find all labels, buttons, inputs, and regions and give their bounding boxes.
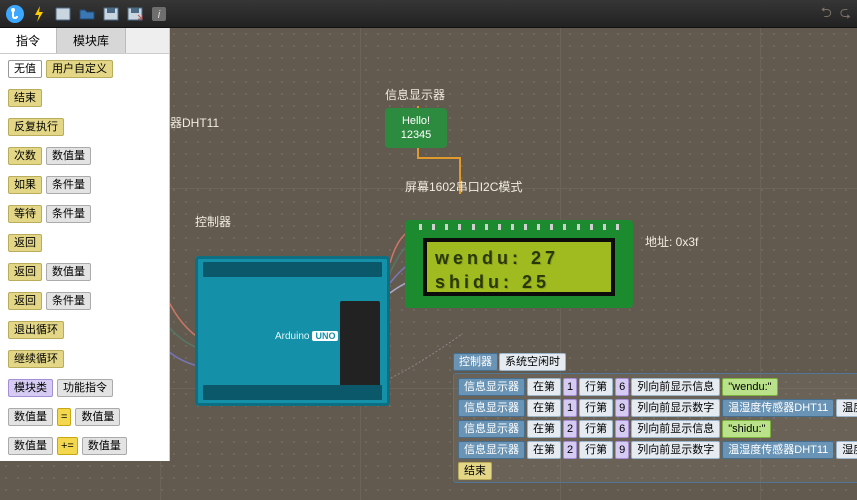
lcd-screen: wendu: 27 shidu: 25 <box>423 238 615 296</box>
code-idle-chip[interactable]: 系统空闲时 <box>499 353 566 371</box>
cmd-wait[interactable]: 等待 <box>8 205 42 223</box>
code-line-3: 信息显示器 在第 2 行第 6 列向前显示信息 "shidu:" <box>458 420 857 438</box>
cmd-assign-eq[interactable]: = <box>57 408 71 426</box>
cmd-end[interactable]: 结束 <box>8 89 42 107</box>
info-icon[interactable]: i <box>150 5 168 23</box>
arduino-board-label: ArduinoUNO <box>275 331 338 342</box>
info-line2: 12345 <box>392 128 440 142</box>
cmd-return-num[interactable]: 返回 <box>8 263 42 281</box>
open-folder-icon[interactable] <box>78 5 96 23</box>
sidebar-tabs: 指令 模块库 <box>0 28 169 54</box>
cmd-count-num[interactable]: 数值量 <box>46 147 91 165</box>
bolt-icon[interactable] <box>30 5 48 23</box>
new-file-icon[interactable] <box>54 5 72 23</box>
code-controller-chip[interactable]: 控制器 <box>453 353 498 371</box>
cmd-userdef[interactable]: 用户自定义 <box>46 60 113 78</box>
cmd-wait-cond[interactable]: 条件量 <box>46 205 91 223</box>
cmd-if-cond[interactable]: 条件量 <box>46 176 91 194</box>
controller-label: 控制器 <box>195 213 231 230</box>
tab-modules[interactable]: 模块库 <box>57 28 126 53</box>
cmd-noval[interactable]: 无值 <box>8 60 42 78</box>
lcd-label: 屏幕1602串口I2C模式 <box>405 178 522 195</box>
redo-icon[interactable]: ⮎ <box>840 2 851 26</box>
arduino-chip-icon <box>340 301 380 391</box>
cmd-funccmd[interactable]: 功能指令 <box>57 379 113 397</box>
cmd-break[interactable]: 退出循环 <box>8 321 64 339</box>
arduino-node[interactable]: ArduinoUNO <box>195 256 390 406</box>
lcd-address: 地址: 0x3f <box>645 233 698 250</box>
cmd-inc-eq[interactable]: += <box>57 437 78 455</box>
cmd-return-cond[interactable]: 返回 <box>8 292 42 310</box>
info-line1: Hello! <box>392 114 440 128</box>
command-list: 无值用户自定义 结束 反复执行 次数数值量 如果条件量 等待条件量 返回 返回数… <box>0 54 169 461</box>
lcd-line1: wendu: 27 <box>435 246 603 270</box>
sidebar: 指令 模块库 无值用户自定义 结束 反复执行 次数数值量 如果条件量 等待条件量… <box>0 28 170 461</box>
top-toolbar: i ⮌ ⮎ <box>0 0 857 28</box>
code-line-4: 信息显示器 在第 2 行第 9 列向前显示数字 温湿度传感器DHT11 湿度 <box>458 441 857 459</box>
cmd-count[interactable]: 次数 <box>8 147 42 165</box>
code-line-end: 结束 <box>458 462 857 480</box>
save-icon[interactable] <box>102 5 120 23</box>
tab-instructions[interactable]: 指令 <box>0 28 57 53</box>
save-as-icon[interactable] <box>126 5 144 23</box>
cmd-loop[interactable]: 反复执行 <box>8 118 64 136</box>
code-block[interactable]: 控制器 系统空闲时 信息显示器 在第 1 行第 6 列向前显示信息 "wendu… <box>453 353 857 483</box>
lcd-line2: shidu: 25 <box>435 270 603 294</box>
lcd-node[interactable]: wendu: 27 shidu: 25 <box>405 220 633 308</box>
cmd-continue[interactable]: 继续循环 <box>8 350 64 368</box>
cmd-modclass[interactable]: 模块类 <box>8 379 53 397</box>
undo-icon[interactable]: ⮌ <box>821 2 832 26</box>
cmd-return[interactable]: 返回 <box>8 234 42 252</box>
code-line-2: 信息显示器 在第 1 行第 9 列向前显示数字 温湿度传感器DHT11 温度 <box>458 399 857 417</box>
app-logo-icon[interactable] <box>6 5 24 23</box>
lcd-pins-icon <box>419 224 619 230</box>
info-display-node[interactable]: Hello! 12345 <box>385 108 447 148</box>
cmd-if[interactable]: 如果 <box>8 176 42 194</box>
code-line-1: 信息显示器 在第 1 行第 6 列向前显示信息 "wendu:" <box>458 378 857 396</box>
info-display-label: 信息显示器 <box>385 86 445 103</box>
